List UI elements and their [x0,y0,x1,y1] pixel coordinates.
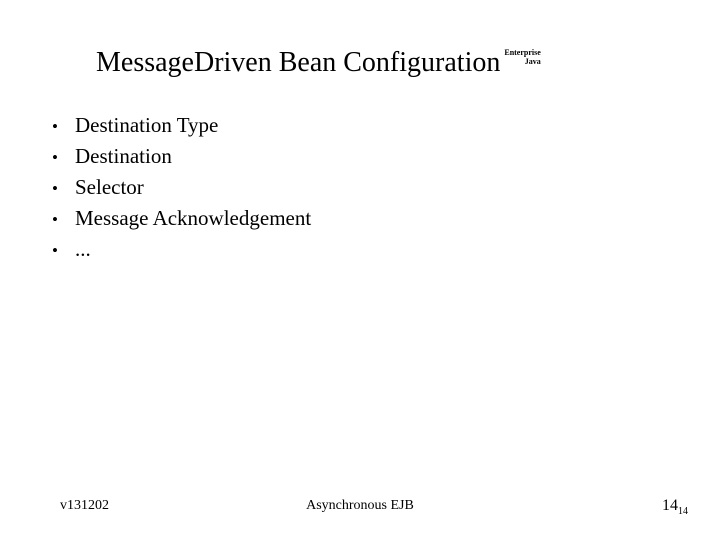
list-item: • Selector [48,172,668,203]
footer-topic: Asynchronous EJB [306,498,414,513]
list-item-label: Destination [75,144,172,168]
list-item: • ... [48,234,668,265]
page-title: MessageDriven Bean Configuration [96,47,501,78]
brand-line-enterprise: Enterprise [504,48,541,57]
brand-line-java: Java [524,57,541,66]
bullet-list: • Destination Type • Destination • Selec… [48,110,668,265]
bullet-dot-icon: • [52,148,58,167]
list-item-label: ... [75,237,91,261]
bullet-dot-icon: • [52,179,58,198]
bullet-dot-icon: • [52,117,58,136]
title-row: MessageDriven Bean Configuration Enterpr… [96,46,676,86]
slide-canvas: MessageDriven Bean Configuration Enterpr… [0,0,720,540]
page-number-main: 14 [662,497,678,514]
list-item: • Destination [48,141,668,172]
list-item-label: Message Acknowledgement [75,206,312,230]
bullet-dot-icon: • [52,241,58,260]
list-item-label: Destination Type [75,113,219,137]
slide-footer: v131202 Asynchronous EJB 1414 [0,496,720,520]
list-item: • Message Acknowledgement [48,203,668,234]
list-item: • Destination Type [48,110,668,141]
enterprise-java-brand-mark: Enterprise Java [504,48,540,66]
footer-page-number: 1414 [662,496,688,517]
page-number-subscript: 14 [678,506,688,518]
list-item-label: Selector [75,175,144,199]
bullet-dot-icon: • [52,210,58,229]
